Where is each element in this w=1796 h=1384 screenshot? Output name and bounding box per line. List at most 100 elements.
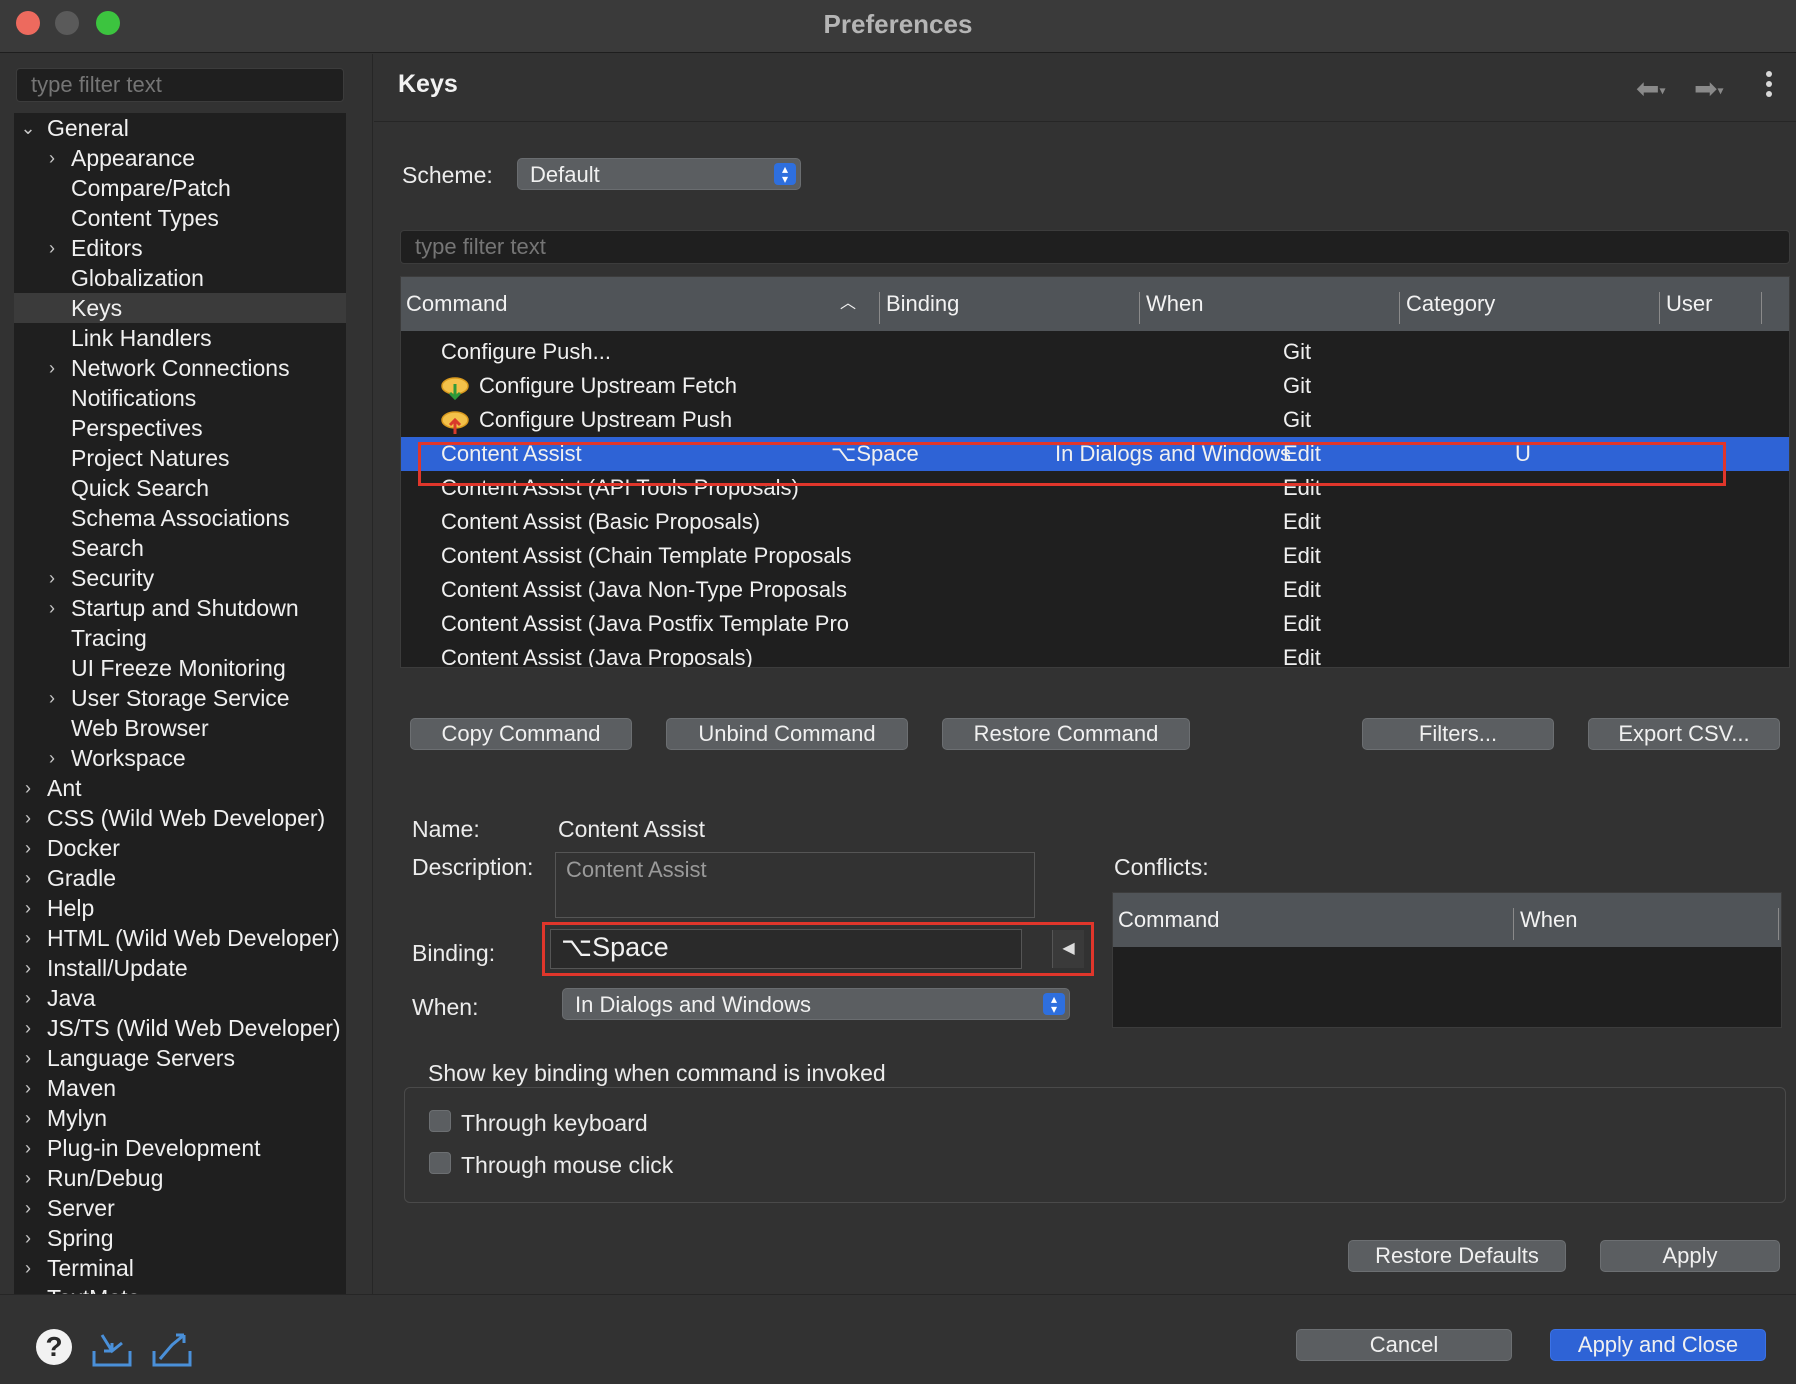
sidebar-item[interactable]: › Startup and Shutdown: [14, 593, 346, 623]
cancel-button[interactable]: Cancel: [1296, 1329, 1512, 1361]
sidebar-item[interactable]: › Ant: [14, 773, 346, 803]
description-field[interactable]: Content Assist: [555, 852, 1035, 918]
export-csv-button[interactable]: Export CSV...: [1588, 718, 1780, 750]
column-when[interactable]: When: [1141, 277, 1203, 331]
sidebar-item[interactable]: › Server: [14, 1193, 346, 1223]
sidebar-item[interactable]: Search: [14, 533, 346, 563]
chevron-right-icon[interactable]: ›: [18, 803, 38, 833]
restore-command-button[interactable]: Restore Command: [942, 718, 1190, 750]
sidebar-item[interactable]: Compare/Patch: [14, 173, 346, 203]
chevron-down-icon[interactable]: ⌄: [18, 113, 38, 143]
sidebar-item[interactable]: › CSS (Wild Web Developer): [14, 803, 346, 833]
chevron-right-icon[interactable]: ›: [42, 593, 62, 623]
sidebar-item[interactable]: Notifications: [14, 383, 346, 413]
column-command[interactable]: Command: [401, 277, 507, 331]
sidebar-item[interactable]: › Plug-in Development: [14, 1133, 346, 1163]
chevron-right-icon[interactable]: ›: [18, 1103, 38, 1133]
chevron-right-icon[interactable]: ›: [42, 683, 62, 713]
table-row[interactable]: Content Assist (Basic Proposals) Edit: [401, 505, 1789, 539]
chevron-right-icon[interactable]: ›: [18, 1073, 38, 1103]
chevron-right-icon[interactable]: ›: [18, 893, 38, 923]
chevron-right-icon[interactable]: ›: [18, 1043, 38, 1073]
sidebar-item[interactable]: Schema Associations: [14, 503, 346, 533]
sidebar-item[interactable]: Globalization: [14, 263, 346, 293]
table-row[interactable]: Content Assist ⌥Space In Dialogs and Windo…: [401, 437, 1789, 471]
scheme-select[interactable]: Default ▴ ▾: [517, 158, 801, 190]
chevron-right-icon[interactable]: ›: [18, 1223, 38, 1253]
table-row[interactable]: Configure Upstream Fetch Git: [401, 369, 1789, 403]
chevron-right-icon[interactable]: ›: [18, 833, 38, 863]
sidebar-item[interactable]: Project Natures: [14, 443, 346, 473]
sidebar-item[interactable]: › Language Servers: [14, 1043, 346, 1073]
column-category[interactable]: Category: [1401, 277, 1495, 331]
sidebar-item[interactable]: › Java: [14, 983, 346, 1013]
chevron-right-icon[interactable]: ›: [42, 353, 62, 383]
chevron-right-icon[interactable]: ›: [42, 143, 62, 173]
table-row[interactable]: Content Assist (Java Non-Type Proposals E…: [401, 573, 1789, 607]
sidebar-item[interactable]: Link Handlers: [14, 323, 346, 353]
sidebar-item[interactable]: › Spring: [14, 1223, 346, 1253]
when-select[interactable]: In Dialogs and Windows ▴ ▾: [562, 988, 1070, 1020]
through-mouse-checkbox[interactable]: [429, 1152, 451, 1174]
sidebar-item[interactable]: › Appearance: [14, 143, 346, 173]
table-row[interactable]: Content Assist (Java Postfix Template Pr…: [401, 607, 1789, 641]
sidebar-item[interactable]: › Security: [14, 563, 346, 593]
binding-menu-button[interactable]: ◀: [1052, 930, 1084, 968]
sidebar-filter-input[interactable]: [16, 68, 344, 102]
sidebar-item[interactable]: › Gradle: [14, 863, 346, 893]
sidebar-item[interactable]: Web Browser: [14, 713, 346, 743]
apply-and-close-button[interactable]: Apply and Close: [1550, 1329, 1766, 1361]
sidebar-item[interactable]: Quick Search: [14, 473, 346, 503]
chevron-right-icon[interactable]: ›: [18, 953, 38, 983]
table-row[interactable]: Content Assist (API Tools Proposals) Edit: [401, 471, 1789, 505]
table-row[interactable]: Configure Upstream Push Git: [401, 403, 1789, 437]
sidebar-item[interactable]: › Mylyn: [14, 1103, 346, 1133]
sidebar-item[interactable]: ⌄ General: [14, 113, 346, 143]
column-user[interactable]: User: [1661, 277, 1712, 331]
sidebar-item[interactable]: Keys: [14, 293, 346, 323]
chevron-right-icon[interactable]: ›: [18, 1163, 38, 1193]
chevron-right-icon[interactable]: ›: [18, 1133, 38, 1163]
sidebar-item[interactable]: › Install/Update: [14, 953, 346, 983]
through-keyboard-checkbox[interactable]: [429, 1110, 451, 1132]
sidebar-item[interactable]: Perspectives: [14, 413, 346, 443]
chevron-right-icon[interactable]: ›: [18, 983, 38, 1013]
sidebar-item[interactable]: UI Freeze Monitoring: [14, 653, 346, 683]
sidebar-item[interactable]: › HTML (Wild Web Developer): [14, 923, 346, 953]
chevron-right-icon[interactable]: ›: [18, 1193, 38, 1223]
table-row[interactable]: Content Assist (Chain Template Proposals…: [401, 539, 1789, 573]
sidebar-item[interactable]: › Terminal: [14, 1253, 346, 1283]
chevron-right-icon[interactable]: ›: [42, 233, 62, 263]
commands-filter-input[interactable]: [400, 230, 1790, 264]
filters-button[interactable]: Filters...: [1362, 718, 1554, 750]
sidebar-item[interactable]: › Docker: [14, 833, 346, 863]
export-icon[interactable]: [150, 1329, 194, 1369]
restore-defaults-button[interactable]: Restore Defaults: [1348, 1240, 1566, 1272]
sidebar-item[interactable]: Tracing: [14, 623, 346, 653]
sidebar-item[interactable]: › Help: [14, 893, 346, 923]
sidebar-item[interactable]: › Editors: [14, 233, 346, 263]
sidebar-item[interactable]: › Maven: [14, 1073, 346, 1103]
chevron-right-icon[interactable]: ›: [18, 1013, 38, 1043]
chevron-right-icon[interactable]: ›: [18, 863, 38, 893]
back-arrow-icon[interactable]: ⬅▾: [1636, 72, 1666, 105]
chevron-right-icon[interactable]: ›: [18, 1253, 38, 1283]
more-options-icon[interactable]: [1764, 68, 1774, 100]
table-row[interactable]: Configure Push... Git: [401, 335, 1789, 369]
table-row[interactable]: Content Assist (Java Proposals) Edit: [401, 641, 1789, 667]
chevron-right-icon[interactable]: ›: [42, 743, 62, 773]
import-icon[interactable]: [90, 1329, 134, 1369]
unbind-command-button[interactable]: Unbind Command: [666, 718, 908, 750]
chevron-right-icon[interactable]: ›: [18, 923, 38, 953]
chevron-right-icon[interactable]: ›: [42, 563, 62, 593]
forward-arrow-icon[interactable]: ➡▾: [1694, 72, 1724, 105]
apply-button[interactable]: Apply: [1600, 1240, 1780, 1272]
sidebar-item[interactable]: › Workspace: [14, 743, 346, 773]
chevron-right-icon[interactable]: ›: [18, 773, 38, 803]
sidebar-item[interactable]: Content Types: [14, 203, 346, 233]
conflicts-column-when[interactable]: When: [1515, 893, 1577, 947]
copy-command-button[interactable]: Copy Command: [410, 718, 632, 750]
column-binding[interactable]: Binding: [881, 277, 959, 331]
binding-input[interactable]: ⌥Space: [550, 929, 1022, 969]
sidebar-item[interactable]: › Run/Debug: [14, 1163, 346, 1193]
